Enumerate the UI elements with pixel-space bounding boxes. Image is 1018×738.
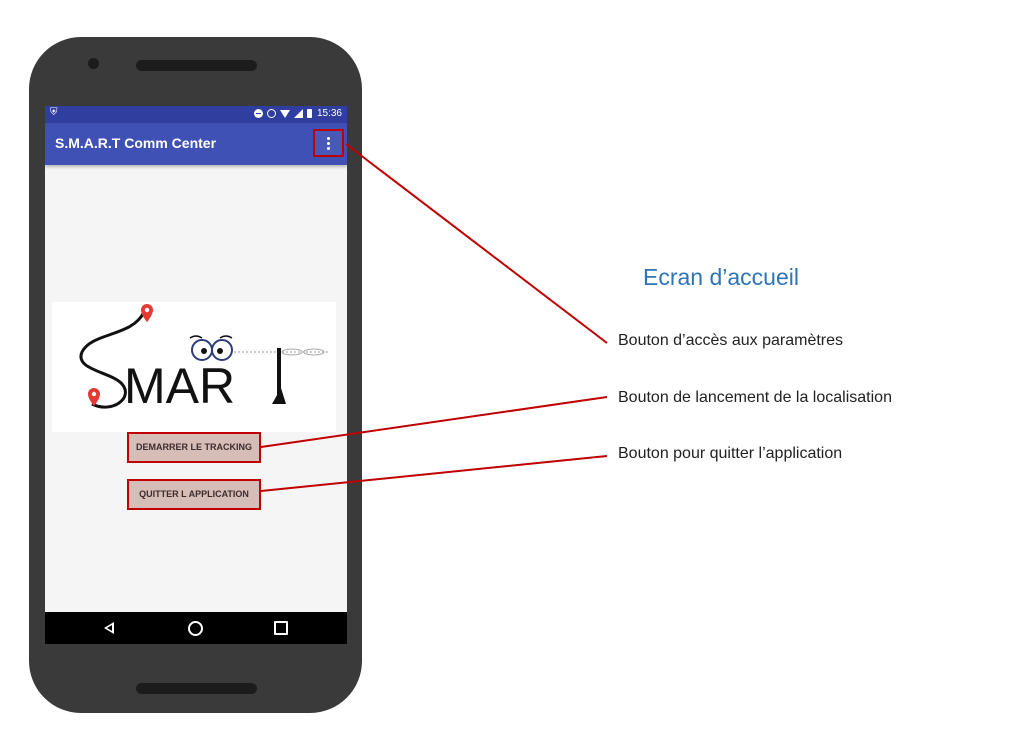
callout-line-settings [345,143,608,344]
callout-line-quit [260,455,608,492]
callout-lines [260,143,608,492]
annotation-heading: Ecran d’accueil [643,264,799,290]
quit-button-label: Bouton pour quitter l’application [618,445,843,462]
callout-line-start [260,396,608,448]
start-button-label: Bouton de lancement de la localisation [618,389,892,406]
settings-button-label: Bouton d’accès aux paramètres [618,332,844,349]
annotated-screenshot: ⛨ 15:36 S.M.A.R.T Comm Center MAR DEMARR… [0,0,1018,738]
